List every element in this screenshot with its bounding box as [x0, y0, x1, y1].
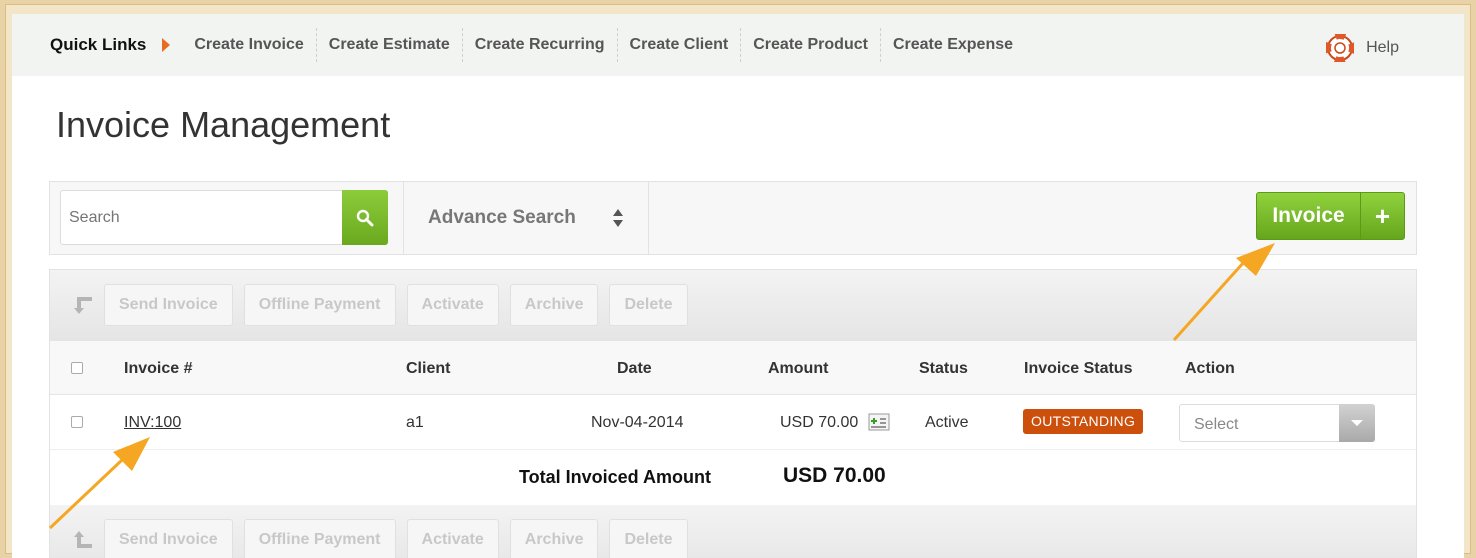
quick-link-create-estimate[interactable]: Create Estimate: [317, 28, 463, 62]
header-action: Action: [1185, 360, 1235, 377]
quick-link-create-recurring[interactable]: Create Recurring: [463, 28, 618, 62]
header-status[interactable]: Status: [919, 360, 968, 378]
total-row: Total Invoiced Amount USD 70.00: [50, 450, 1416, 505]
new-invoice-button[interactable]: Invoice +: [1256, 192, 1405, 240]
row-checkbox[interactable]: [71, 416, 83, 428]
table-header: Invoice # Client Date Amount Status Invo…: [50, 340, 1416, 395]
page: Quick Links Create Invoice Create Estima…: [12, 14, 1464, 558]
quick-links-bar: Quick Links Create Invoice Create Estima…: [12, 14, 1464, 76]
table-row: INV:100 a1 Nov-04-2014 USD 70.00 Active …: [50, 395, 1416, 450]
select-down-arrow-icon: [50, 294, 104, 316]
search-button[interactable]: [342, 190, 388, 245]
header-amount[interactable]: Amount: [768, 360, 828, 378]
amount-cell: USD 70.00: [780, 414, 859, 431]
quick-links-title: Quick Links: [50, 35, 147, 54]
select-up-arrow-icon: [50, 529, 104, 551]
bulk-actions-top: Send Invoice Offline Payment Activate Ar…: [50, 270, 1416, 340]
action-select[interactable]: Select: [1179, 404, 1375, 442]
action-select-value: Select: [1194, 416, 1239, 433]
quick-link-create-product[interactable]: Create Product: [741, 28, 881, 62]
header-invoice-status[interactable]: Invoice Status: [1024, 360, 1132, 378]
plus-icon: +: [1374, 200, 1391, 231]
quick-link-create-client[interactable]: Create Client: [618, 28, 742, 62]
new-invoice-label: Invoice: [1257, 193, 1361, 239]
status-cell: Active: [925, 414, 969, 431]
advance-search-label: Advance Search: [428, 207, 576, 228]
sort-arrows-icon: [613, 209, 623, 227]
page-title: Invoice Management: [56, 104, 391, 145]
search-input[interactable]: [61, 191, 343, 244]
quick-links-arrow-icon: [162, 38, 171, 52]
help-link[interactable]: Help: [1326, 34, 1399, 62]
header-client[interactable]: Client: [406, 360, 450, 378]
delete-button[interactable]: Delete: [609, 284, 688, 326]
header-invoice-number[interactable]: Invoice #: [124, 360, 192, 378]
offline-payment-button[interactable]: Offline Payment: [243, 284, 396, 326]
total-invoiced-label: Total Invoiced Amount: [519, 467, 711, 487]
invoice-status-badge: OUTSTANDING: [1023, 409, 1144, 434]
add-payment-icon[interactable]: [868, 413, 890, 431]
client-cell: a1: [406, 414, 424, 431]
date-cell: Nov-04-2014: [591, 414, 684, 431]
total-invoiced-value: USD 70.00: [783, 464, 886, 487]
quick-link-create-expense[interactable]: Create Expense: [881, 28, 1025, 62]
send-invoice-button[interactable]: Send Invoice: [104, 284, 233, 326]
lifebuoy-icon: [1326, 34, 1355, 62]
quick-link-create-invoice[interactable]: Create Invoice: [182, 28, 317, 62]
bulk-actions-bottom: Send Invoice Offline Payment Activate Ar…: [50, 505, 1416, 558]
invoice-number-link[interactable]: INV:100: [124, 414, 181, 432]
chevron-down-icon[interactable]: [1339, 404, 1375, 442]
header-date[interactable]: Date: [617, 360, 652, 378]
delete-button[interactable]: Delete: [609, 519, 688, 558]
activate-button[interactable]: Activate: [406, 519, 499, 558]
offline-payment-button[interactable]: Offline Payment: [243, 519, 396, 558]
archive-button[interactable]: Archive: [509, 519, 599, 558]
invoice-table-panel: Send Invoice Offline Payment Activate Ar…: [49, 269, 1417, 558]
search-box: [60, 190, 388, 245]
send-invoice-button[interactable]: Send Invoice: [104, 519, 233, 558]
activate-button[interactable]: Activate: [406, 284, 499, 326]
select-all-checkbox[interactable]: [71, 362, 83, 374]
search-icon: [356, 209, 374, 226]
advance-search-toggle[interactable]: Advance Search: [403, 182, 649, 254]
archive-button[interactable]: Archive: [509, 284, 599, 326]
help-label: Help: [1366, 39, 1399, 56]
search-toolbar: Advance Search Invoice +: [49, 181, 1417, 255]
